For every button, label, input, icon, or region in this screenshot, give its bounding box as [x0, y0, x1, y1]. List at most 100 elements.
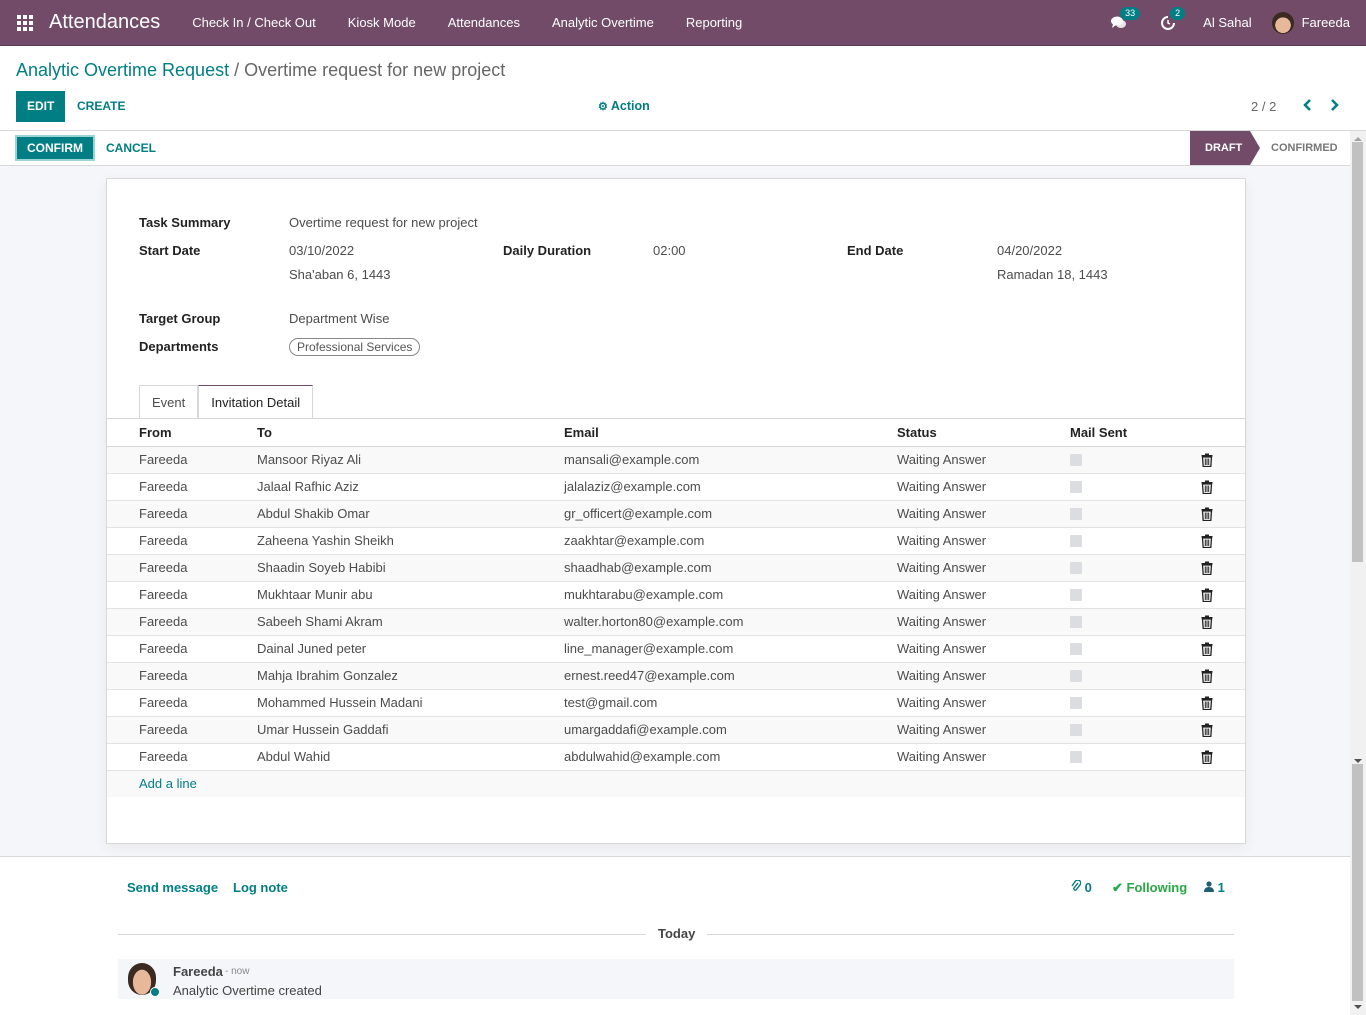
attachments-button[interactable]: 0 [1071, 879, 1092, 895]
scroll-up-arrow-icon[interactable] [1354, 137, 1362, 141]
scrollbar[interactable] [1350, 131, 1366, 1015]
menu-check-in-out[interactable]: Check In / Check Out [176, 0, 332, 46]
column-to[interactable]: To [257, 419, 272, 447]
mail-sent-checkbox[interactable] [1070, 670, 1082, 682]
followers-button[interactable]: 1 [1204, 880, 1225, 895]
mail-sent-checkbox[interactable] [1070, 643, 1082, 655]
table-row[interactable]: Fareeda Mukhtaar Munir abu mukhtarabu@exam… [107, 582, 1245, 609]
activity-menu[interactable]: 2 [1161, 6, 1186, 30]
user-menu[interactable]: Fareeda [1271, 11, 1350, 34]
table-row[interactable]: Fareeda Zaheena Yashin Sheikh zaakhtar@exa… [107, 528, 1245, 555]
chevron-right-icon [1331, 99, 1339, 111]
table-row[interactable]: Fareeda Abdul Shakib Omar gr_officert@exam… [107, 501, 1245, 528]
table-row[interactable]: Fareeda Sabeeh Shami Akram walter.horton80… [107, 609, 1245, 636]
cell-status: Waiting Answer [897, 587, 987, 602]
table-row[interactable]: Fareeda Umar Hussein Gaddafi umargaddafi@e… [107, 717, 1245, 744]
add-line-link[interactable]: Add a line [139, 771, 197, 797]
mail-sent-checkbox[interactable] [1070, 454, 1082, 466]
cell-to: Shaadin Soyeb Habibi [257, 560, 386, 575]
mail-sent-checkbox[interactable] [1070, 589, 1082, 601]
table-row[interactable]: Fareeda Mansoor Riyaz Ali mansali@example.… [107, 447, 1245, 474]
pager-next-button[interactable] [1330, 91, 1340, 122]
followers-count: 1 [1217, 880, 1225, 895]
trash-icon[interactable] [1201, 453, 1213, 467]
trash-icon[interactable] [1201, 696, 1213, 710]
trash-icon[interactable] [1201, 615, 1213, 629]
cell-status: Waiting Answer [897, 614, 987, 629]
create-button[interactable]: CREATE [77, 91, 125, 122]
message-author[interactable]: Fareeda [173, 964, 223, 979]
trash-icon[interactable] [1201, 642, 1213, 656]
messaging-menu[interactable]: 33 [1111, 6, 1141, 30]
cell-from: Fareeda [139, 479, 188, 494]
chatter-scroll-thumb[interactable] [1352, 764, 1363, 1001]
trash-icon[interactable] [1201, 669, 1213, 683]
scroll-down-arrow-icon[interactable] [1354, 759, 1362, 763]
trash-icon[interactable] [1201, 750, 1213, 764]
app-name[interactable]: Attendances [49, 11, 160, 34]
tab-invitation-detail[interactable]: Invitation Detail [198, 385, 314, 419]
edit-button[interactable]: EDIT [16, 91, 66, 122]
user-avatar [1271, 11, 1294, 34]
column-from[interactable]: From [139, 419, 172, 447]
tab-event[interactable]: Event [139, 385, 199, 418]
table-row[interactable]: Fareeda Mahja Ibrahim Gonzalez ernest.reed… [107, 663, 1245, 690]
log-note-button[interactable]: Log note [233, 880, 288, 895]
table-row[interactable]: Fareeda Abdul Wahid abdulwahid@example.com… [107, 744, 1245, 771]
action-dropdown[interactable]: ⚙ Action [598, 91, 650, 123]
pager-previous-button[interactable] [1302, 91, 1312, 122]
trash-icon[interactable] [1201, 561, 1213, 575]
cell-from: Fareeda [139, 749, 188, 764]
start-date-label: Start Date [139, 243, 201, 258]
cell-from: Fareeda [139, 506, 188, 521]
cell-status: Waiting Answer [897, 641, 987, 656]
mail-sent-checkbox[interactable] [1070, 697, 1082, 709]
trash-icon[interactable] [1201, 723, 1213, 737]
column-mail-sent[interactable]: Mail Sent [1070, 419, 1127, 447]
menu-analytic-overtime[interactable]: Analytic Overtime [536, 0, 670, 46]
cell-to: Sabeeh Shami Akram [257, 614, 383, 629]
cancel-button[interactable]: CANCEL [106, 135, 156, 161]
apps-menu-icon[interactable] [17, 14, 33, 31]
scroll-down-arrow-icon[interactable] [1354, 1005, 1362, 1009]
trash-icon[interactable] [1201, 507, 1213, 521]
cell-from: Fareeda [139, 668, 188, 683]
mail-sent-checkbox[interactable] [1070, 724, 1082, 736]
attachments-count: 0 [1084, 880, 1092, 895]
confirm-button[interactable]: CONFIRM [15, 135, 95, 161]
menu-kiosk-mode[interactable]: Kiosk Mode [332, 0, 432, 46]
trash-icon[interactable] [1201, 480, 1213, 494]
mail-sent-checkbox[interactable] [1070, 508, 1082, 520]
cell-from: Fareeda [139, 452, 188, 467]
cell-to: Mohammed Hussein Madani [257, 695, 423, 710]
trash-icon[interactable] [1201, 588, 1213, 602]
column-status[interactable]: Status [897, 419, 937, 447]
form-scroll-thumb[interactable] [1352, 142, 1363, 562]
cell-to: Abdul Wahid [257, 749, 331, 764]
mail-sent-checkbox[interactable] [1070, 481, 1082, 493]
company-switcher[interactable]: Al Sahal [1203, 15, 1251, 30]
table-row[interactable]: Fareeda Dainal Juned peter line_manager@ex… [107, 636, 1245, 663]
cell-from: Fareeda [139, 641, 188, 656]
cell-email: jalalaziz@example.com [564, 479, 701, 494]
mail-sent-checkbox[interactable] [1070, 616, 1082, 628]
cell-email: zaakhtar@example.com [564, 533, 705, 548]
mail-sent-checkbox[interactable] [1070, 751, 1082, 763]
table-row[interactable]: Fareeda Mohammed Hussein Madani test@gmail… [107, 690, 1245, 717]
user-icon [1204, 881, 1214, 892]
cell-status: Waiting Answer [897, 722, 987, 737]
stage-confirmed[interactable]: CONFIRMED [1271, 131, 1338, 165]
table-row[interactable]: Fareeda Jalaal Rafhic Aziz jalalaziz@examp… [107, 474, 1245, 501]
column-email[interactable]: Email [564, 419, 599, 447]
online-status-icon [150, 987, 160, 997]
following-button[interactable]: ✔ Following [1112, 880, 1187, 896]
trash-icon[interactable] [1201, 534, 1213, 548]
menu-attendances[interactable]: Attendances [432, 0, 536, 46]
pager-value[interactable]: 2 / 2 [1251, 91, 1276, 122]
mail-sent-checkbox[interactable] [1070, 562, 1082, 574]
mail-sent-checkbox[interactable] [1070, 535, 1082, 547]
menu-reporting[interactable]: Reporting [670, 0, 758, 46]
breadcrumb-parent[interactable]: Analytic Overtime Request [16, 60, 229, 80]
table-row[interactable]: Fareeda Shaadin Soyeb Habibi shaadhab@exam… [107, 555, 1245, 582]
send-message-button[interactable]: Send message [127, 880, 218, 895]
